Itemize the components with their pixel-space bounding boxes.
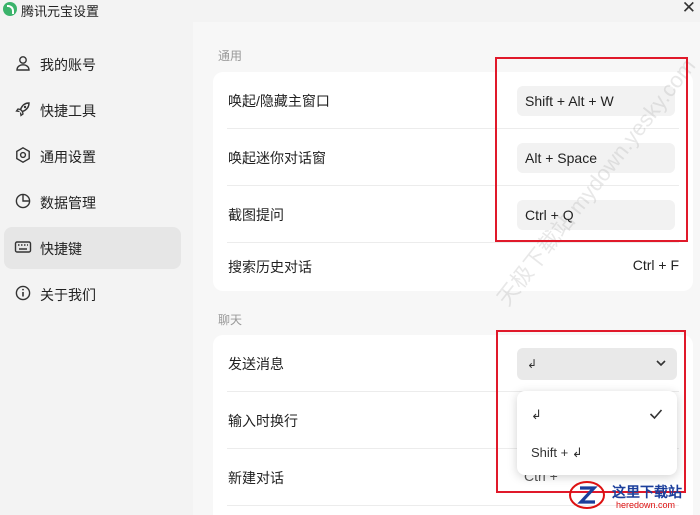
shortcut-label: 输入时换行 bbox=[228, 413, 298, 429]
shortcut-value: Ctrl + F bbox=[632, 257, 679, 273]
sidebar-item-account[interactable]: 我的账号 bbox=[4, 43, 181, 85]
pie-chart-icon bbox=[15, 193, 31, 209]
section-title-chat: 聊天 bbox=[218, 313, 243, 327]
sidebar-item-about[interactable]: 关于我们 bbox=[4, 273, 181, 315]
section-title-general: 通用 bbox=[218, 49, 243, 63]
shortcut-label: 发送消息 bbox=[228, 356, 284, 372]
sidebar-item-label: 快捷键 bbox=[40, 241, 82, 257]
sidebar-item-label: 通用设置 bbox=[40, 149, 96, 165]
highlight-box bbox=[495, 57, 688, 242]
user-icon bbox=[16, 56, 30, 71]
shortcut-label: 搜索历史对话 bbox=[228, 259, 312, 275]
rocket-icon bbox=[15, 102, 30, 117]
site-logo-icon bbox=[569, 481, 605, 509]
sidebar: 我的账号 快捷工具 通用设置 数据管理 快捷键 关于我们 bbox=[0, 22, 193, 515]
window-title: 腾讯元宝设置 bbox=[21, 4, 100, 19]
shortcut-label: 截图提问 bbox=[228, 207, 284, 223]
app-logo-icon bbox=[3, 2, 17, 16]
site-badge-url: heredown.com bbox=[616, 500, 676, 510]
shortcut-label: 唤起迷你对话窗 bbox=[228, 150, 326, 166]
close-button[interactable]: ✕ bbox=[682, 0, 696, 18]
sidebar-item-data-management[interactable]: 数据管理 bbox=[4, 181, 181, 223]
sidebar-item-shortcuts[interactable]: 快捷键 bbox=[4, 227, 181, 269]
sidebar-item-label: 关于我们 bbox=[40, 287, 96, 303]
sidebar-item-quick-tools[interactable]: 快捷工具 bbox=[4, 89, 181, 131]
keyboard-icon bbox=[14, 241, 32, 253]
shortcut-label: 唤起/隐藏主窗口 bbox=[228, 93, 330, 109]
shortcut-row: 搜索历史对话 Ctrl + F bbox=[213, 239, 693, 291]
title-bar: 腾讯元宝设置 ✕ bbox=[0, 0, 700, 22]
info-icon bbox=[15, 285, 31, 301]
sidebar-item-general-settings[interactable]: 通用设置 bbox=[4, 135, 181, 177]
site-badge: 这里下载站 heredown.com bbox=[566, 477, 700, 515]
hexagon-settings-icon bbox=[16, 146, 30, 164]
sidebar-item-label: 我的账号 bbox=[40, 57, 96, 73]
sidebar-item-label: 快捷工具 bbox=[40, 103, 96, 119]
sidebar-item-label: 数据管理 bbox=[40, 195, 96, 211]
shortcut-label: 新建对话 bbox=[228, 470, 284, 486]
site-badge-title: 这里下载站 bbox=[612, 484, 682, 500]
highlight-box bbox=[496, 330, 686, 493]
